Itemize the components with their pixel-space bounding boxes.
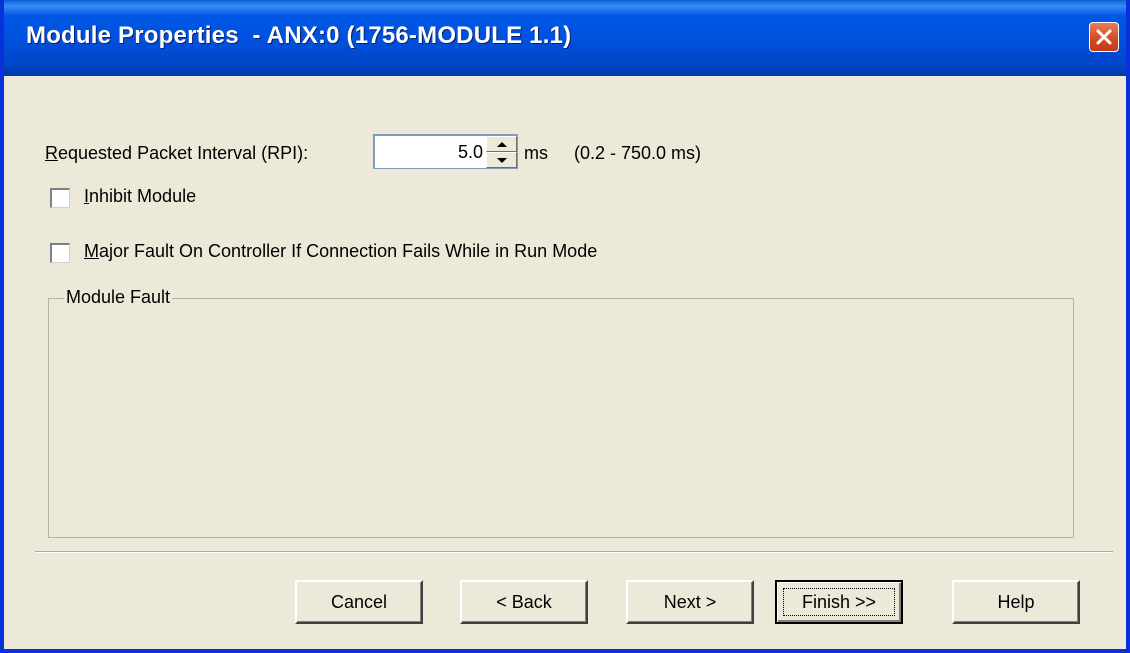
spin-up-button[interactable] — [486, 136, 517, 152]
major-fault-label-rest: ajor Fault On Controller If Connection F… — [99, 241, 598, 261]
cancel-button[interactable]: Cancel — [295, 580, 423, 624]
spin-down-icon — [497, 158, 507, 163]
rpi-label-rest: equested Packet Interval (RPI): — [58, 143, 309, 163]
finish-button[interactable]: Finish >> — [775, 580, 903, 624]
title-bar[interactable]: Module Properties - ANX:0 (1756-MODULE 1… — [4, 0, 1126, 76]
close-button[interactable] — [1089, 22, 1119, 52]
rpi-label-mnemonic: R — [45, 143, 58, 163]
finish-button-label: Finish >> — [801, 592, 877, 612]
inhibit-module-checkbox[interactable] — [50, 188, 70, 208]
rpi-unit: ms — [524, 143, 548, 163]
next-button[interactable]: Next > — [626, 580, 754, 624]
major-fault-mnemonic: M — [84, 241, 99, 261]
cancel-button-label: Cancel — [330, 592, 388, 612]
help-button[interactable]: Help — [952, 580, 1080, 624]
module-properties-dialog: Module Properties - ANX:0 (1756-MODULE 1… — [0, 0, 1130, 653]
back-button-label: < Back — [496, 592, 552, 612]
module-fault-label: Module Fault — [64, 287, 173, 308]
module-fault-group — [48, 298, 1074, 538]
major-fault-label[interactable]: Major Fault On Controller If Connection … — [84, 241, 597, 262]
rpi-input[interactable]: 5.0 — [373, 134, 518, 169]
spin-down-button[interactable] — [486, 152, 517, 168]
rpi-label: Requested Packet Interval (RPI): — [45, 143, 308, 164]
help-button-label: Help — [997, 592, 1035, 612]
separator — [35, 551, 1113, 553]
inhibit-module-label[interactable]: Inhibit Module — [84, 186, 196, 207]
spin-up-icon — [497, 142, 507, 147]
window-title: Module Properties - ANX:0 (1756-MODULE 1… — [26, 22, 572, 49]
back-button[interactable]: < Back — [460, 580, 588, 624]
next-button-label: Next > — [663, 592, 717, 612]
inhibit-label-rest: nhibit Module — [89, 186, 197, 206]
rpi-range: (0.2 - 750.0 ms) — [574, 143, 702, 163]
close-icon — [1096, 29, 1112, 45]
rpi-value[interactable]: 5.0 — [458, 142, 483, 163]
rpi-spinner[interactable] — [486, 136, 517, 168]
major-fault-checkbox[interactable] — [50, 243, 70, 263]
